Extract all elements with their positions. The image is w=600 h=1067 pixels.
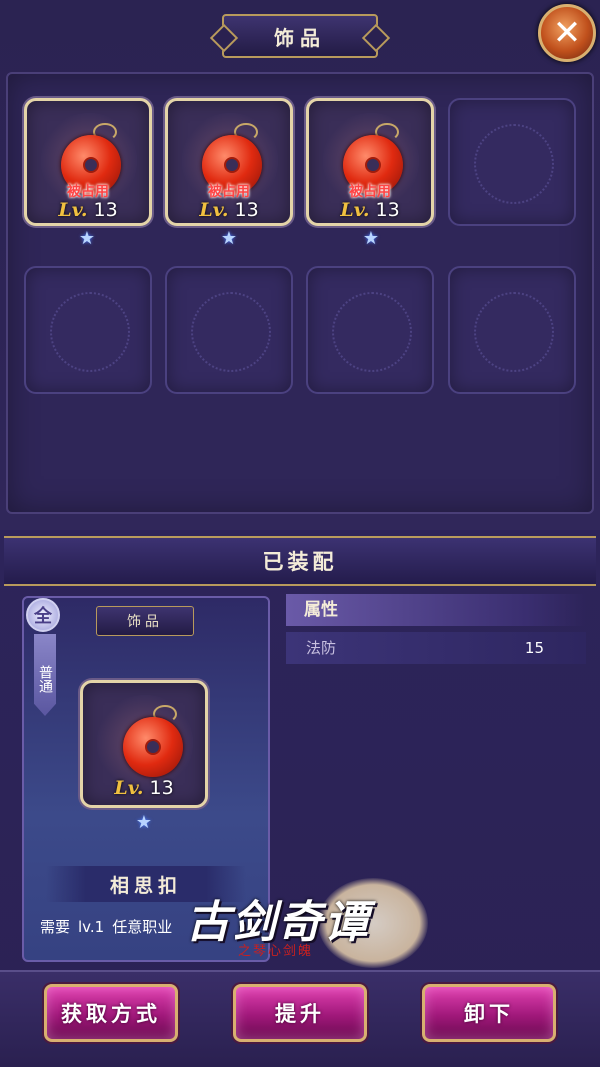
item-category: 饰品 (96, 606, 194, 636)
item-level: Lv. 13 (114, 777, 174, 799)
rarity-ribbon: 普通 (34, 634, 56, 716)
logo-subtitle: 之琴心剑魄 (238, 944, 314, 959)
occupied-label: 被占用 (67, 184, 109, 200)
inventory-slot[interactable]: 被占用 Lv. 13 (165, 98, 293, 226)
jade-pendant-icon (123, 717, 183, 777)
unequip-button[interactable]: 卸下 (422, 984, 556, 1042)
empty-slot[interactable] (165, 266, 293, 394)
star-icon: ★ (78, 228, 96, 249)
empty-slot[interactable] (448, 266, 576, 394)
inventory-slot[interactable]: 被占用 Lv. 13 (24, 98, 152, 226)
obtain-method-button[interactable]: 获取方式 (44, 984, 178, 1042)
item-level: Lv. 13 (199, 199, 259, 221)
inventory-slot[interactable]: 被占用 Lv. 13 (306, 98, 434, 226)
attribute-name: 法防 (306, 639, 337, 657)
empty-slot[interactable] (448, 98, 576, 226)
close-x-icon[interactable]: ✕ (538, 4, 596, 62)
item-level: Lv. 13 (58, 199, 118, 221)
star-icon: ★ (220, 228, 238, 249)
upgrade-button[interactable]: 提升 (233, 984, 367, 1042)
occupied-label: 被占用 (208, 184, 250, 200)
game-logo: 古剑奇谭 之琴心剑魄 (168, 878, 448, 978)
empty-slot[interactable] (306, 266, 434, 394)
item-level: Lv. 13 (340, 199, 400, 221)
empty-slot[interactable] (24, 266, 152, 394)
occupied-label: 被占用 (349, 184, 391, 200)
attributes-header: 属性 (286, 594, 586, 626)
attribute-row: 法防 15 (286, 632, 586, 664)
star-icon: ★ (135, 812, 153, 833)
attribute-value: 15 (524, 639, 544, 657)
star-icon: ★ (362, 228, 380, 249)
all-badge: 全 (26, 598, 60, 632)
equipped-item-slot[interactable]: Lv. 13 (80, 680, 208, 808)
equipped-title: 已装配 (4, 536, 596, 586)
page-title: 饰品 (222, 14, 378, 58)
